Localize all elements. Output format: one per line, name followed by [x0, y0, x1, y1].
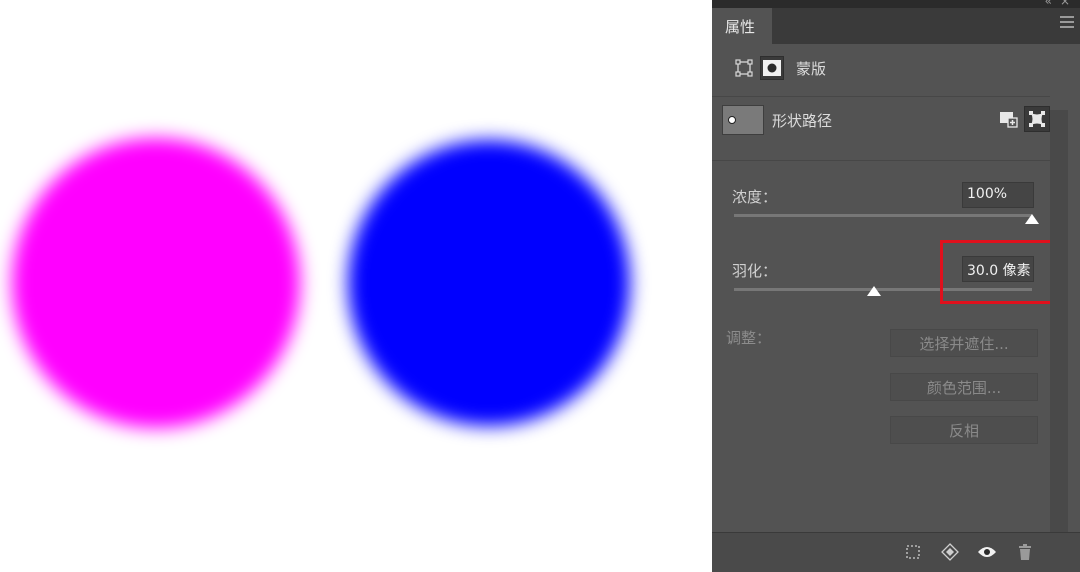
tab-properties[interactable]: 属性 — [712, 8, 772, 44]
panel-bottom-bar — [712, 532, 1080, 572]
mask-mode-row: 蒙版 — [732, 54, 826, 82]
shape-path-label: 形状路径 — [772, 111, 833, 130]
highlight-box — [940, 240, 1053, 304]
properties-panel: « × 属性 蒙版 形状路径 浓度： 100% 羽化： 30.0 像素 调整： … — [712, 0, 1080, 572]
thumbnail-dot — [728, 116, 736, 124]
tab-properties-label: 属性 — [725, 18, 756, 36]
density-slider-thumb[interactable] — [1025, 214, 1039, 224]
mask-thumbnail[interactable] — [722, 105, 764, 135]
density-input[interactable]: 100% — [962, 182, 1034, 208]
color-range-button[interactable]: 颜色范围... — [890, 373, 1038, 401]
pixel-mask-icon[interactable] — [732, 56, 756, 80]
apply-mask-icon[interactable] — [939, 541, 961, 563]
mask-action-icons — [994, 106, 1050, 132]
select-mask-icon[interactable] — [1024, 106, 1050, 132]
adjust-label: 调整： — [726, 329, 772, 347]
vector-mask-icon[interactable] — [760, 56, 784, 80]
double-chevron-icon[interactable]: « — [1045, 0, 1052, 8]
density-slider-track[interactable] — [734, 214, 1032, 217]
shape-path-row: 形状路径 — [722, 104, 1050, 136]
blue-feathered-circle[interactable] — [348, 140, 630, 426]
feather-label: 羽化： — [732, 262, 778, 280]
feather-slider-thumb[interactable] — [867, 286, 882, 296]
magenta-feathered-circle[interactable] — [12, 138, 300, 428]
close-icon[interactable]: × — [1060, 0, 1070, 8]
panel-title-strip — [712, 0, 1080, 8]
density-label: 浓度： — [732, 188, 778, 206]
mask-mode-label: 蒙版 — [796, 59, 827, 78]
panel-tab-bar: 属性 — [712, 8, 1080, 44]
photoshop-workspace: « × 属性 蒙版 形状路径 浓度： 100% 羽化： 30.0 像素 调整： … — [0, 0, 1080, 572]
divider — [712, 96, 1050, 97]
add-mask-icon[interactable] — [996, 106, 1022, 132]
panel-scrollbar[interactable] — [1050, 110, 1068, 532]
select-and-mask-button[interactable]: 选择并遮住... — [890, 329, 1038, 357]
trash-icon[interactable] — [1014, 541, 1036, 563]
invert-button[interactable]: 反相 — [890, 416, 1038, 444]
load-selection-icon[interactable] — [902, 541, 924, 563]
divider — [712, 160, 1050, 161]
eye-icon[interactable] — [976, 541, 998, 563]
panel-menu-icon[interactable] — [1060, 16, 1074, 31]
document-canvas[interactable] — [0, 0, 712, 572]
